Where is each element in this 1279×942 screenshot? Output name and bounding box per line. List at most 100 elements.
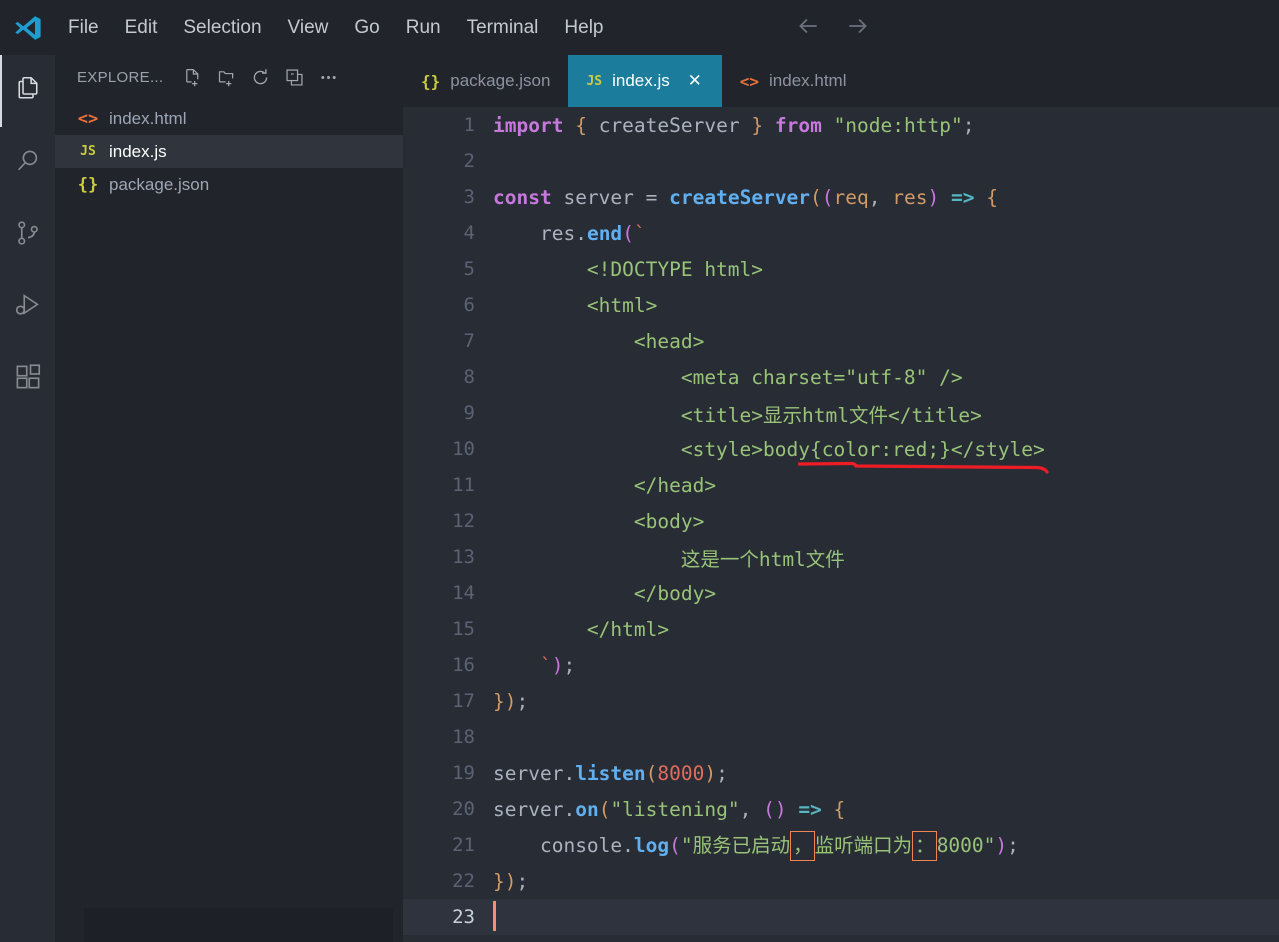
explorer-horizontal-scrollbar[interactable] <box>55 908 403 942</box>
line-number: 6 <box>463 294 475 316</box>
code-text: <meta charset="utf-8" /> <box>493 365 963 389</box>
html-file-icon: <> <box>739 71 760 91</box>
menu-view[interactable]: View <box>275 14 342 41</box>
js-file-icon: JS <box>586 73 603 89</box>
menu-file[interactable]: File <box>55 14 112 41</box>
html-file-icon: <> <box>77 108 99 129</box>
tab-label: index.js <box>612 71 670 90</box>
code-text: res.end(` <box>539 221 646 245</box>
code-text: 这是一个html文件 <box>493 547 845 571</box>
file-row-index-js[interactable]: JS index.js <box>55 135 403 168</box>
code-line: 15 </html> <box>403 611 1279 647</box>
editor-group: {} package.json JS index.js ✕ <> index.h… <box>403 55 1279 942</box>
code-line: 11 </head> <box>403 467 1279 503</box>
vscode-logo-icon <box>0 0 55 55</box>
menu-run[interactable]: Run <box>393 14 454 41</box>
code-text: `); <box>539 653 576 677</box>
code-text: <html> <box>493 293 658 317</box>
line-number: 2 <box>463 150 475 172</box>
vscode-window: File Edit Selection View Go Run Terminal… <box>0 0 1279 942</box>
activity-item-explorer[interactable] <box>0 55 55 127</box>
line-number: 23 <box>452 906 475 928</box>
menu-help[interactable]: Help <box>551 14 616 41</box>
arrow-left-icon[interactable] <box>795 13 821 39</box>
file-row-index-html[interactable]: <> index.html <box>55 102 403 135</box>
file-row-package-json[interactable]: {} package.json <box>55 168 403 201</box>
files-icon <box>13 74 43 109</box>
code-line-active: 23 <box>403 899 1279 935</box>
code-line: 5 <!DOCTYPE html> <box>403 251 1279 287</box>
tab-index-html[interactable]: <> index.html <box>721 55 865 107</box>
new-folder-icon[interactable] <box>211 63 241 93</box>
code-text <box>493 901 1279 932</box>
code-text: server.listen(8000); <box>493 761 728 785</box>
line-number: 11 <box>452 474 475 496</box>
code-line: 16 `); <box>403 647 1279 683</box>
line-number: 5 <box>463 258 475 280</box>
refresh-icon[interactable] <box>245 63 275 93</box>
line-number: 18 <box>452 726 475 748</box>
fullwidth-colon-highlight: ： <box>912 831 937 861</box>
line-number: 7 <box>463 330 475 352</box>
code-text: <!DOCTYPE html> <box>493 257 764 281</box>
code-line: 17 }); <box>403 683 1279 719</box>
tab-label: index.html <box>769 71 847 90</box>
js-file-icon: JS <box>80 144 96 159</box>
code-text: <style>body{color:red;}</style> <box>493 437 1045 461</box>
new-file-icon[interactable] <box>177 63 207 93</box>
line-number: 21 <box>452 834 475 856</box>
code-line: 6 <html> <box>403 287 1279 323</box>
line-number: 16 <box>452 654 475 676</box>
tab-label: package.json <box>450 71 551 90</box>
close-icon[interactable]: ✕ <box>686 71 704 91</box>
line-number: 9 <box>463 402 475 424</box>
activity-item-run-and-debug[interactable] <box>0 271 55 343</box>
menu-edit[interactable]: Edit <box>112 14 171 41</box>
run-debug-icon <box>13 290 43 325</box>
fullwidth-comma-highlight: ， <box>790 831 815 861</box>
code-text: console.log("服务已启动，监听端口为： 8000"); <box>493 829 1279 861</box>
collapse-all-icon[interactable] <box>279 63 309 93</box>
json-file-icon: {} <box>77 174 99 195</box>
menu-go[interactable]: Go <box>341 14 392 41</box>
search-icon <box>13 146 43 181</box>
line-number: 8 <box>463 366 475 388</box>
menu-selection[interactable]: Selection <box>170 14 274 41</box>
code-line: 4 res.end(` <box>403 215 1279 251</box>
line-number: 14 <box>452 582 475 604</box>
code-editor[interactable]: 1 import { createServer } from "node:htt… <box>403 107 1279 942</box>
scrollbar-thumb[interactable] <box>84 908 393 942</box>
code-line: 21 console.log("服务已启动，监听端口为： 8000"); <box>403 827 1279 863</box>
code-line: 7 <head> <box>403 323 1279 359</box>
explorer-actions <box>177 63 343 93</box>
code-line: 20 server.on("listening", () => { <box>403 791 1279 827</box>
arrow-right-icon[interactable] <box>845 13 871 39</box>
code-line: 1 import { createServer } from "node:htt… <box>403 107 1279 143</box>
line-number: 3 <box>463 186 475 208</box>
json-file-icon: {} <box>421 71 441 91</box>
code-line: 8 <meta charset="utf-8" /> <box>403 359 1279 395</box>
menu-bar: File Edit Selection View Go Run Terminal… <box>55 14 617 41</box>
activity-item-source-control[interactable] <box>0 199 55 271</box>
ellipsis-icon[interactable] <box>313 63 343 93</box>
code-text: server.on("listening", () => { <box>493 797 846 821</box>
navigation-arrows <box>795 13 871 39</box>
code-text: <head> <box>493 329 705 353</box>
code-line: 13 这是一个html文件 <box>403 539 1279 575</box>
activity-item-search[interactable] <box>0 127 55 199</box>
explorer-sidebar: EXPLORE... <> index.html JS index.js {} … <box>55 55 403 942</box>
tab-package-json[interactable]: {} package.json <box>403 55 569 107</box>
activity-item-extensions[interactable] <box>0 343 55 415</box>
code-line: 2 <box>403 143 1279 179</box>
menu-terminal[interactable]: Terminal <box>454 14 552 41</box>
code-line: 3 const server = createServer((req, res)… <box>403 179 1279 215</box>
line-number: 22 <box>452 870 475 892</box>
line-number: 10 <box>452 438 475 460</box>
line-number: 12 <box>452 510 475 532</box>
line-number: 17 <box>452 690 475 712</box>
text-cursor <box>493 901 496 931</box>
code-text: }); <box>493 689 529 713</box>
tab-index-js[interactable]: JS index.js ✕ <box>568 55 722 107</box>
file-name: package.json <box>109 174 210 194</box>
code-text: <title>显示html文件</title> <box>493 403 982 427</box>
